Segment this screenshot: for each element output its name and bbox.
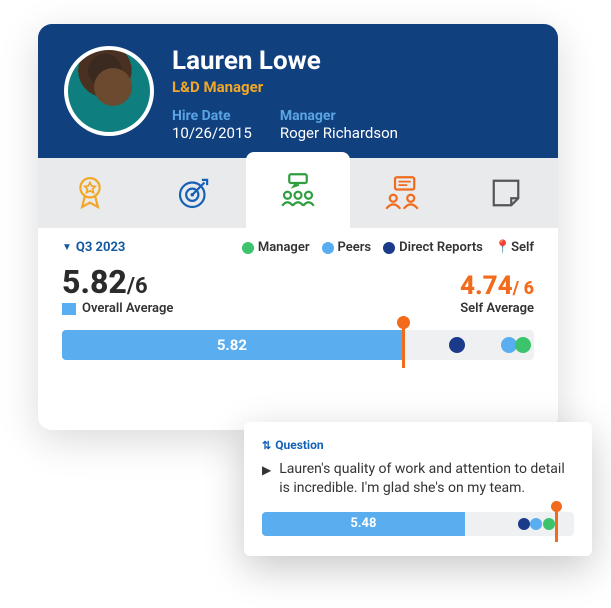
group-feedback-icon <box>277 169 319 211</box>
manager-marker-icon <box>515 337 531 353</box>
direct-marker-icon <box>518 518 530 530</box>
target-icon <box>173 172 215 214</box>
self-label: Self Average <box>460 301 534 316</box>
tab-recognition[interactable] <box>38 158 142 228</box>
self-pin-icon <box>402 322 405 368</box>
self-score: 4.74/ 6 <box>460 271 534 301</box>
tab-feedback[interactable] <box>246 152 350 228</box>
review-body: Q3 2023 Manager Peers Direct Reports 📍Se… <box>38 228 558 430</box>
self-pin-icon <box>555 506 558 542</box>
hire-date-block: Hire Date 10/26/2015 <box>172 108 252 142</box>
comment-text: Lauren's quality of work and attention t… <box>279 460 574 498</box>
expand-arrow-icon: ▶ <box>262 462 271 498</box>
profile-meta: Hire Date 10/26/2015 Manager Roger Richa… <box>172 108 532 142</box>
manager-block: Manager Roger Richardson <box>280 108 398 142</box>
pin-icon: 📍 <box>495 240 511 255</box>
legend-self: 📍Self <box>495 240 534 255</box>
profile-header: Lauren Lowe L&D Manager Hire Date 10/26/… <box>38 24 558 158</box>
score-bar-fill: 5.82 <box>62 330 402 360</box>
question-popup: Question ▶ Lauren's quality of work and … <box>244 422 592 556</box>
avatar <box>64 46 154 136</box>
overall-label: Overall Average <box>62 301 173 316</box>
discussion-icon <box>381 172 423 214</box>
filter-row: Q3 2023 Manager Peers Direct Reports 📍Se… <box>62 240 534 255</box>
scores-row: 5.82/6 Overall Average 4.74/ 6 Self Aver… <box>62 263 534 316</box>
dot-green-icon <box>242 242 254 254</box>
overall-score: 5.82/6 <box>62 263 173 301</box>
legend-manager: Manager <box>242 240 310 255</box>
period-label: Q3 2023 <box>76 240 126 255</box>
question-header[interactable]: Question <box>262 438 574 452</box>
profile-name: Lauren Lowe <box>172 46 532 76</box>
award-ribbon-icon <box>69 172 111 214</box>
period-selector[interactable]: Q3 2023 <box>62 240 125 255</box>
legend: Manager Peers Direct Reports 📍Self <box>242 240 534 255</box>
direct-marker-icon <box>449 337 465 353</box>
manager-value: Roger Richardson <box>280 124 398 142</box>
score-bar: 5.82 <box>62 330 534 360</box>
note-icon <box>485 172 527 214</box>
hire-date-label: Hire Date <box>172 108 252 124</box>
profile-review-card: Lauren Lowe L&D Manager Hire Date 10/26/… <box>38 24 558 430</box>
legend-direct: Direct Reports <box>383 240 483 255</box>
hire-date-value: 10/26/2015 <box>172 124 252 142</box>
question-bar: 5.48 <box>262 512 574 536</box>
question-bar-fill: 5.48 <box>262 512 465 536</box>
profile-info: Lauren Lowe L&D Manager Hire Date 10/26/… <box>172 46 532 142</box>
tab-bar <box>38 158 558 228</box>
tab-goals[interactable] <box>142 158 246 228</box>
overall-score-block: 5.82/6 Overall Average <box>62 263 173 316</box>
peers-marker-icon <box>530 518 542 530</box>
profile-title: L&D Manager <box>172 78 532 96</box>
tab-notes[interactable] <box>454 158 558 228</box>
manager-marker-icon <box>543 518 555 530</box>
square-blue-icon <box>62 303 76 315</box>
tab-oneonone[interactable] <box>350 158 454 228</box>
legend-peers: Peers <box>322 240 372 255</box>
comment-row[interactable]: ▶ Lauren's quality of work and attention… <box>262 460 574 498</box>
self-score-block: 4.74/ 6 Self Average <box>460 271 534 316</box>
dot-navy-icon <box>383 242 395 254</box>
manager-label: Manager <box>280 108 398 124</box>
dot-blue-icon <box>322 242 334 254</box>
